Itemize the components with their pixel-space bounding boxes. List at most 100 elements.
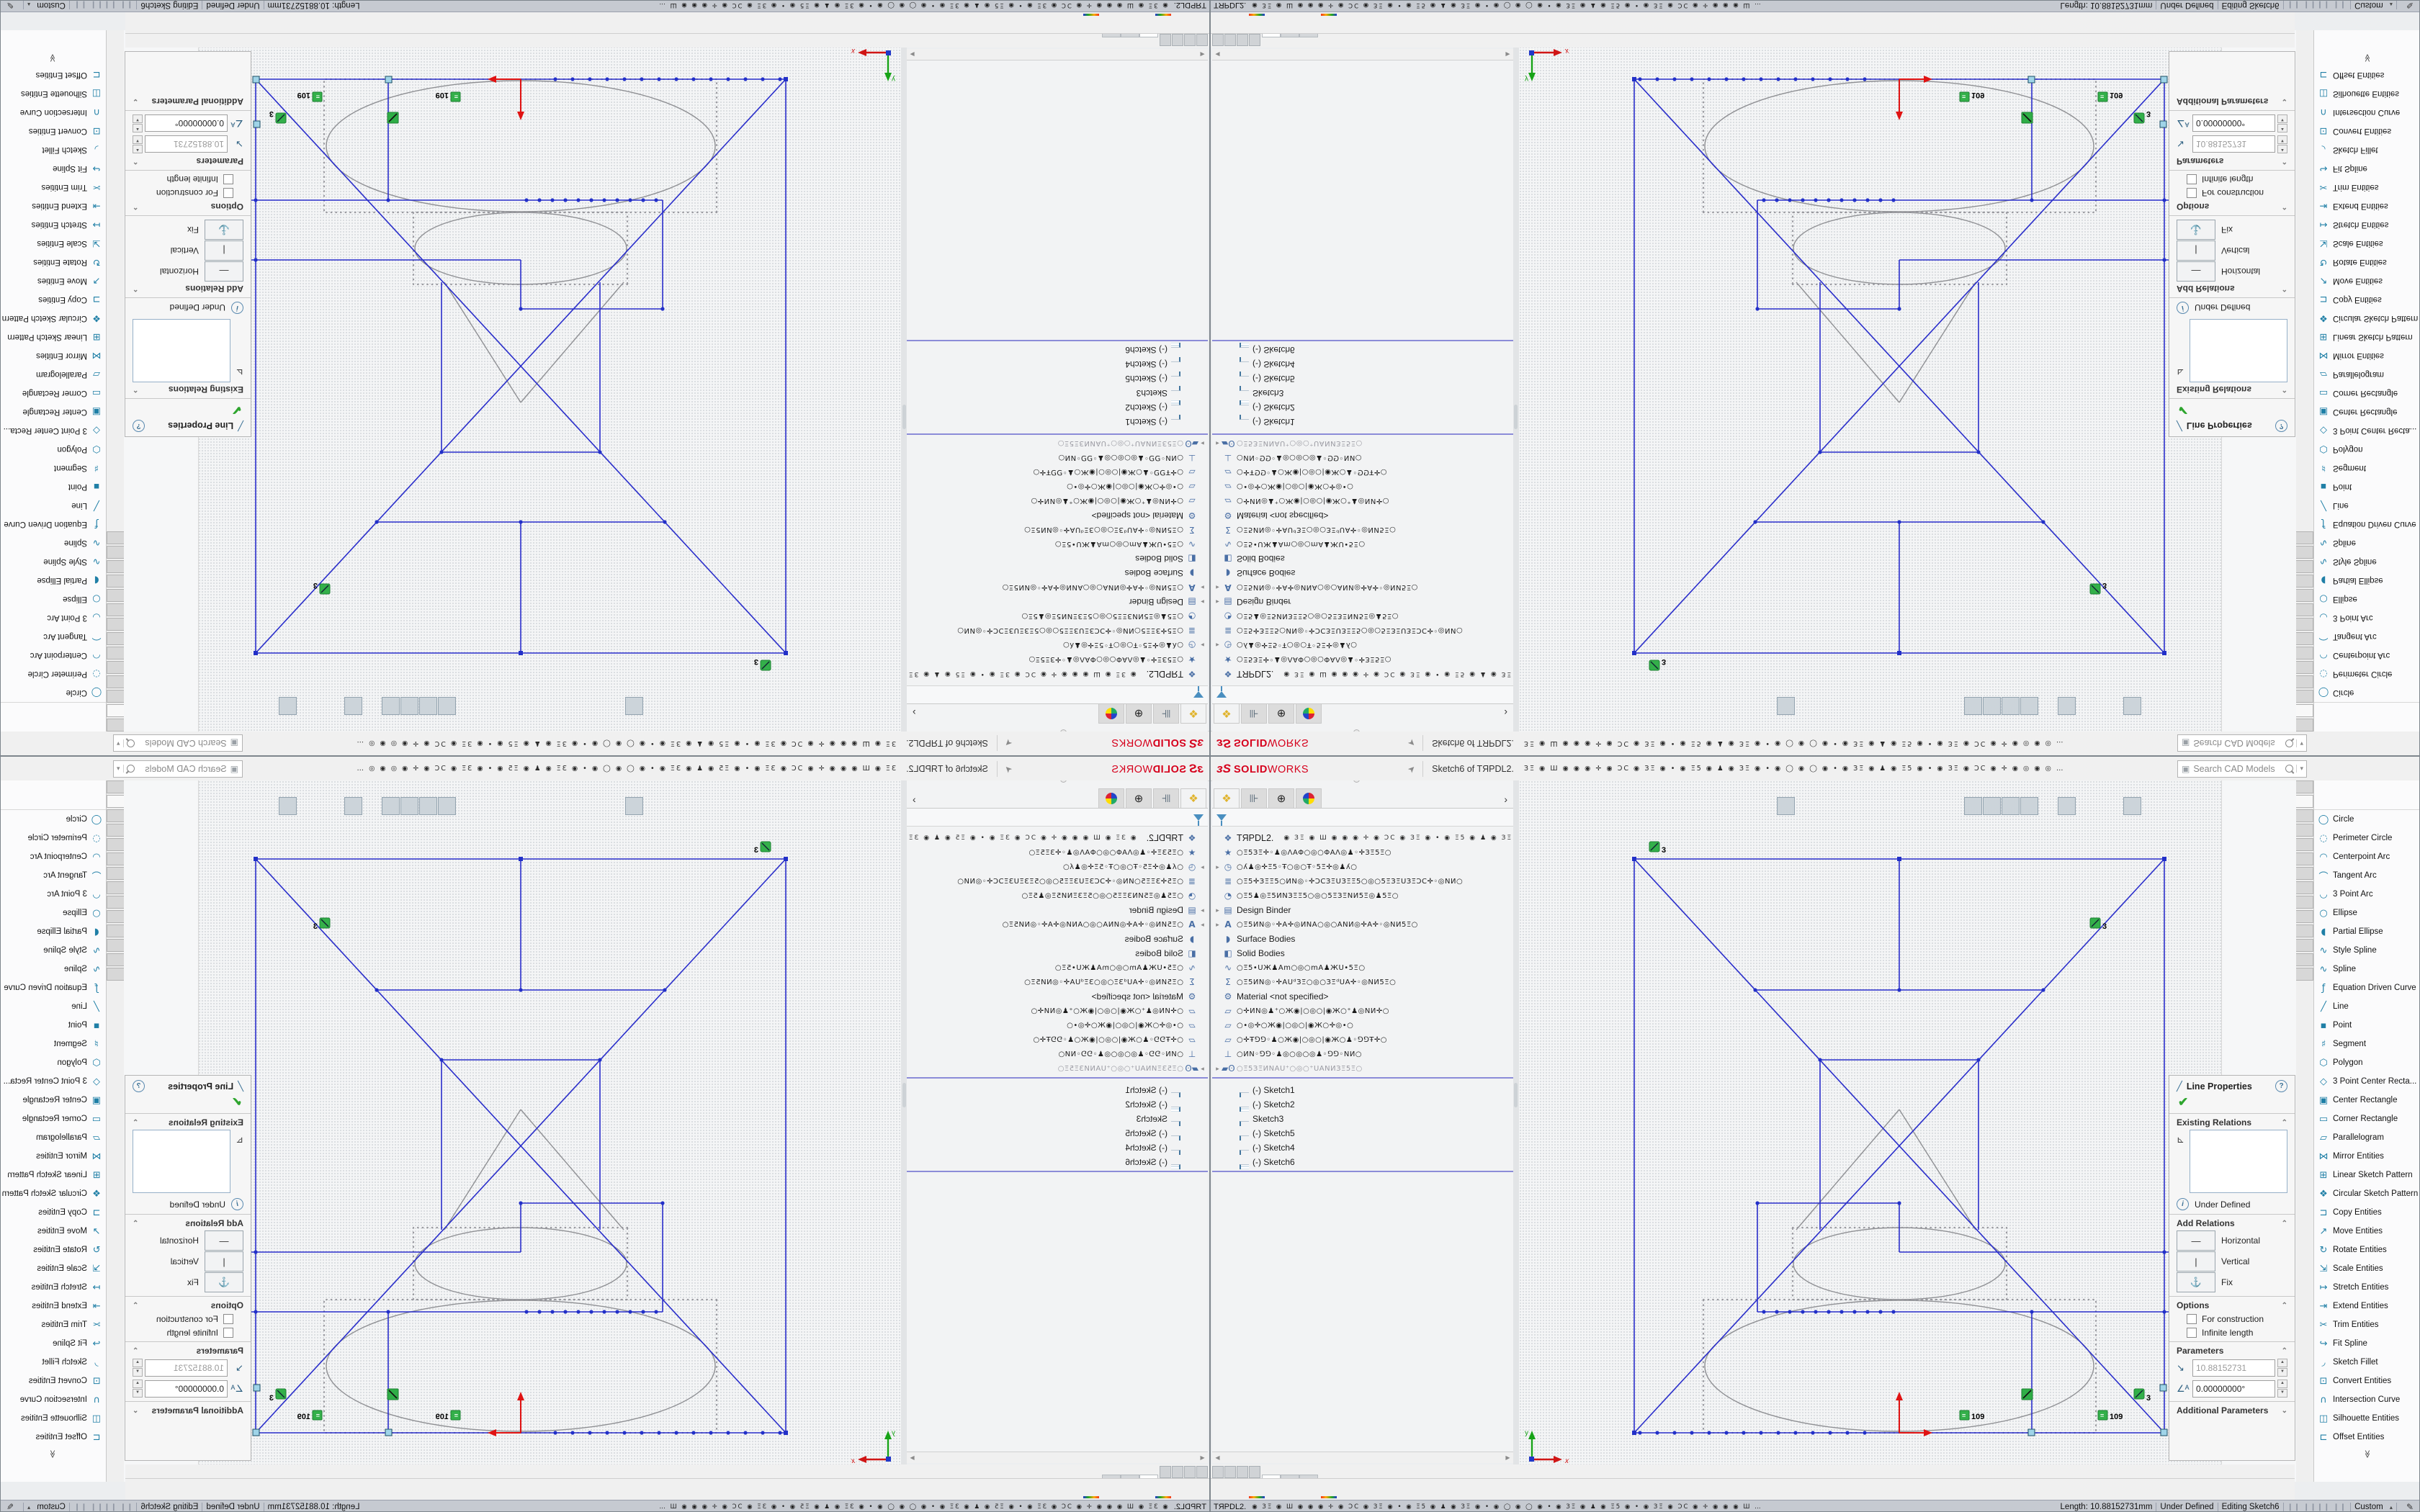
unit-system-selector[interactable]: Custom ▴	[27, 1503, 66, 1511]
tree-row[interactable]: ★ ○Ξ5ЗΞ✛◦♟◎ΛΑΦ○◎○ΦΑΛ◎♟◦✛ЗΞ5Ξ○	[907, 845, 1208, 860]
document-tab[interactable]	[1281, 1475, 1299, 1478]
command-tab[interactable]	[2296, 881, 2313, 894]
tool-item[interactable]: ◠ Centerpoint Arc	[2314, 646, 2420, 665]
panel-splitter[interactable]	[900, 780, 907, 1498]
search-dropdown-icon[interactable]: ▾	[114, 765, 124, 773]
command-tab[interactable]	[2296, 896, 2313, 909]
edit-pencil-icon[interactable]: ✎	[2406, 0, 2414, 10]
tree-row[interactable]	[907, 337, 1208, 341]
view-tool-icon[interactable]	[606, 797, 624, 815]
document-tab[interactable]	[1139, 1475, 1158, 1478]
command-tab[interactable]	[2296, 647, 2313, 660]
view-tool-icon[interactable]	[841, 797, 859, 815]
tool-item[interactable]: ○ Ellipse	[2314, 904, 2420, 922]
tool-item[interactable]: ⊡ Convert Entities	[0, 1372, 106, 1390]
tree-row[interactable]: (-) Sketch6	[907, 1155, 1208, 1169]
tree-row[interactable]: (-) Sketch1	[1212, 415, 1513, 429]
filter-icon[interactable]	[1216, 814, 1227, 821]
tool-item[interactable]: ○ Ellipse	[0, 904, 106, 922]
tree-row[interactable]: Sketch3	[907, 386, 1208, 400]
expand-icon[interactable]: ⌄	[133, 98, 138, 106]
view-tool-icon[interactable]	[1674, 697, 1692, 715]
section-add-relations[interactable]: Add Relations ⌃	[2177, 284, 2287, 294]
relations-listbox[interactable]	[133, 319, 230, 382]
spinner[interactable]: ▲▼	[133, 114, 143, 132]
tree-row[interactable]: ❖ TЯPDL2. ◉ ЗΞ ◉ Ш ◉ ◉ ◉ ✛ ◉ ƆC ◉ ЗΞ ◉ •…	[907, 667, 1208, 681]
checkbox[interactable]	[2187, 1314, 2197, 1324]
search-dropdown-icon[interactable]: ▾	[114, 739, 124, 747]
command-tab[interactable]	[2296, 867, 2313, 880]
tree-row[interactable]: ▱ ○•◎✛○Ж◉|○◎○|◉Ж○✛◎•○	[907, 1018, 1208, 1032]
tree-row[interactable]: (-) Sketch2	[1212, 1097, 1513, 1112]
panel-tabs-more-icon[interactable]: ›	[1504, 707, 1507, 719]
tree-row[interactable]: ★ ○Ξ5ЗΞ✛◦♟◎ΛΑΦ○◎○ΦΑΛ◎♟◦✛ЗΞ5Ξ○	[1212, 652, 1513, 667]
collapse-icon[interactable]: ⌃	[2282, 1347, 2287, 1355]
section-options[interactable]: Options ⌃	[133, 1300, 243, 1310]
tree-row[interactable]: ◧ Solid Bodies	[1212, 946, 1513, 960]
view-tool-icon[interactable]	[1561, 697, 1579, 715]
section-add-relations[interactable]: Add Relations ⌃	[2177, 1218, 2287, 1228]
command-tab[interactable]	[107, 704, 124, 717]
add-relation-horizontal[interactable]: — Horizontal	[133, 1230, 243, 1251]
bottom-tool-icon[interactable]	[1303, 15, 1319, 31]
tool-item[interactable]: ◞ Sketch Fillet	[0, 140, 106, 159]
bottom-tool-icon[interactable]	[1249, 14, 1265, 32]
command-tab[interactable]	[107, 852, 124, 865]
tool-item[interactable]: ✂ Trim Entities	[2314, 1315, 2420, 1334]
command-tab[interactable]	[2296, 924, 2313, 937]
view-tool-icon[interactable]	[1636, 697, 1654, 715]
command-tab[interactable]	[2296, 618, 2313, 631]
section-existing-relations[interactable]: Existing Relations ⌃	[133, 1117, 243, 1128]
command-tab[interactable]	[2296, 690, 2313, 703]
tool-item[interactable]: ⊞ Linear Sketch Pattern	[2314, 328, 2420, 346]
add-relation-horizontal[interactable]: — Horizontal	[133, 261, 243, 282]
bottom-tool-icon[interactable]	[1003, 1482, 1019, 1498]
tool-item[interactable]: ⊏ Offset Entities	[0, 66, 106, 84]
view-tool-icon[interactable]	[532, 797, 550, 815]
tree-row[interactable]: ▱ ○✛ИΝ◎♟⁺○Ж◉|○◎○|◉Ж○⁺♟◎ΝИ✛○	[907, 1004, 1208, 1018]
mdi-button-icon[interactable]	[2169, 715, 2181, 725]
tool-item[interactable]: ∿ Style Spline	[0, 552, 106, 571]
tree-row[interactable]: (-) Sketch1	[907, 1083, 1208, 1097]
relations-listbox[interactable]	[2190, 319, 2287, 382]
search-input[interactable]: Search CAD Models	[2193, 739, 2282, 749]
view-tool-icon[interactable]	[1693, 697, 1711, 715]
checkbox[interactable]	[2187, 188, 2197, 198]
document-tab[interactable]	[1121, 34, 1139, 37]
tree-row[interactable]: Sketch3	[1212, 386, 1513, 400]
add-relation-horizontal[interactable]: — Horizontal	[2177, 261, 2287, 282]
view-tool-icon[interactable]	[1983, 697, 2001, 715]
tool-item[interactable]: ♯ Segment	[2314, 459, 2420, 477]
tool-item[interactable]: ⬡ Polygon	[2314, 1053, 2420, 1072]
view-tool-icon[interactable]	[1730, 697, 1739, 715]
tool-item[interactable]: ∿ Style Spline	[2314, 941, 2420, 960]
view-tool-icon[interactable]	[1730, 797, 1739, 815]
view-tool-icon[interactable]	[1777, 697, 1795, 715]
tree-row[interactable]: ▸ ▰ʘ ○Ξ5ЗΞИΝΑU⁺○◎○⁺UΑΝИЗΞ5Ξ○	[907, 1061, 1208, 1076]
horizontal-icon[interactable]: —	[2177, 1230, 2215, 1251]
bottom-tool-icon[interactable]	[1267, 1482, 1283, 1498]
selection-handles[interactable]	[2028, 76, 2167, 127]
expand-arrow-icon[interactable]: ▸	[1198, 584, 1206, 592]
tool-item[interactable]: ▱ Parallelogram	[2314, 1128, 2420, 1147]
view-tool-icon[interactable]	[513, 797, 531, 815]
tool-item[interactable]: ◌ Perimeter Circle	[0, 829, 106, 847]
tree-row[interactable]: ⊥ ○ИΝ◦⅁⅁◦♟◎○◎○◎♟◦⅁⅁◦ΝИ○	[1212, 451, 1513, 465]
command-tab[interactable]	[2296, 589, 2313, 602]
search-icon[interactable]	[127, 739, 135, 747]
tool-item[interactable]: ▭ Corner Rectangle	[0, 1110, 106, 1128]
tab-nav-icon[interactable]	[1184, 1466, 1196, 1478]
view-tool-icon[interactable]	[822, 797, 840, 815]
tool-item[interactable]: ◇ 3 Point Center Recta...	[0, 1072, 106, 1091]
command-tab[interactable]	[2296, 910, 2313, 923]
unit-system-selector[interactable]: Custom ▴	[27, 1, 66, 9]
bottom-tool-icon[interactable]	[1321, 14, 1337, 32]
tool-item[interactable]: ✂ Trim Entities	[2314, 178, 2420, 197]
tool-item[interactable]: ↻ Rotate Entities	[2314, 1241, 2420, 1259]
view-tool-icon[interactable]	[747, 797, 765, 815]
checkbox-infinite-length[interactable]: Infinite length	[133, 1328, 233, 1338]
tool-item[interactable]: ◫ Silhouette Entities	[2314, 1409, 2420, 1428]
expand-arrow-icon[interactable]: ▸	[1214, 921, 1222, 929]
bottom-tool-icon[interactable]	[1383, 1482, 1399, 1498]
search-box[interactable]: ▣ Search CAD Models ▾	[113, 735, 243, 752]
